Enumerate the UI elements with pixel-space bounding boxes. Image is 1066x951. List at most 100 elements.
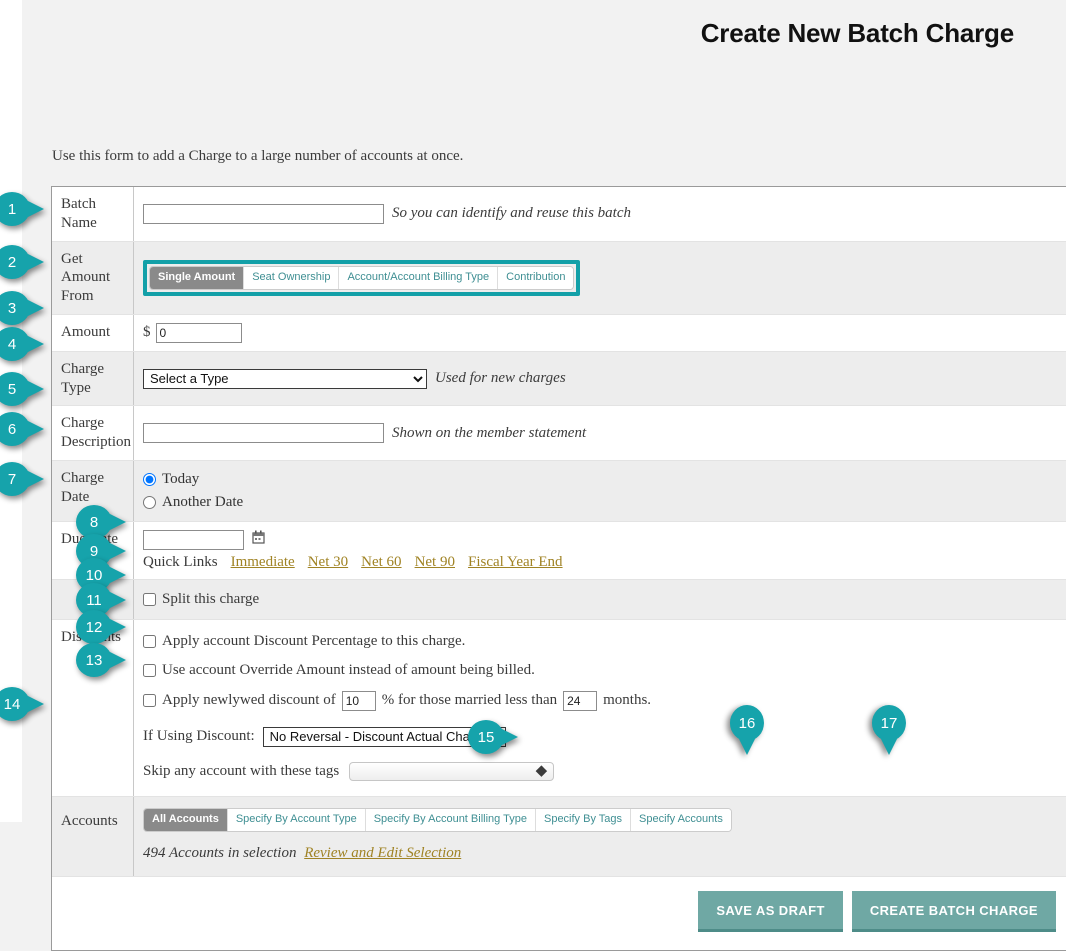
- annotation-pin-3: 3: [0, 291, 44, 325]
- annotation-pin-4: 4: [0, 327, 44, 361]
- override-amount-option[interactable]: Use account Override Amount instead of a…: [143, 662, 1066, 679]
- charge-date-option-another[interactable]: Another Date: [143, 494, 1066, 511]
- row-due-date: Due Date: [52, 522, 1066, 580]
- annotation-pin-2: 2: [0, 245, 44, 279]
- charge-date-today-label: Today: [162, 471, 199, 488]
- skip-tags-label: Skip any account with these tags: [143, 763, 339, 780]
- charge-type-hint: Used for new charges: [435, 370, 566, 387]
- newlywed-discount-checkbox[interactable]: [143, 694, 156, 707]
- row-form-actions: SAVE AS DRAFT CREATE BATCH CHARGE: [52, 877, 1066, 950]
- field-due-date: Quick Links Immediate Net 30 Net 60 Net …: [134, 522, 1066, 579]
- split-charge-option[interactable]: Split this charge: [143, 591, 259, 608]
- quick-link-immediate[interactable]: Immediate: [231, 554, 295, 571]
- annotation-pin-6: 6: [0, 412, 44, 446]
- get-amount-from-button-group: Single Amount Seat Ownership Account/Acc…: [149, 266, 574, 290]
- annotation-pin-7: 7: [0, 462, 44, 496]
- charge-type-select[interactable]: Select a Type: [143, 369, 427, 389]
- skip-tags-row: Skip any account with these tags ◆: [143, 762, 1066, 781]
- create-batch-charge-button[interactable]: CREATE BATCH CHARGE: [852, 891, 1056, 932]
- get-amount-option-account-billing-type[interactable]: Account/Account Billing Type: [339, 267, 498, 289]
- accounts-option-by-account-type[interactable]: Specify By Account Type: [228, 809, 366, 831]
- accounts-option-by-account-billing-type[interactable]: Specify By Account Billing Type: [366, 809, 536, 831]
- label-charge-type: Charge Type: [52, 352, 134, 406]
- newlywed-text-middle: % for those married less than: [382, 692, 557, 709]
- calendar-icon[interactable]: [252, 530, 265, 549]
- newlywed-months-input[interactable]: [563, 691, 597, 711]
- annotation-pin-15: 15: [468, 720, 518, 754]
- label-charge-description: Charge Description: [52, 406, 134, 460]
- label-get-amount-from: Get Amount From: [52, 242, 134, 314]
- accounts-selection-summary: 494 Accounts in selection Review and Edi…: [143, 845, 1066, 862]
- skip-tags-input[interactable]: ◆: [349, 762, 554, 781]
- page-title: Create New Batch Charge: [701, 18, 1014, 49]
- accounts-option-all-accounts[interactable]: All Accounts: [144, 809, 228, 831]
- accounts-option-by-tags[interactable]: Specify By Tags: [536, 809, 631, 831]
- field-charge-date: Today Another Date: [134, 461, 1066, 521]
- label-batch-name: Batch Name: [52, 187, 134, 241]
- review-and-edit-selection-link[interactable]: Review and Edit Selection: [304, 845, 461, 861]
- row-split-charge: Split this charge: [52, 580, 1066, 620]
- get-amount-option-contribution[interactable]: Contribution: [498, 267, 573, 289]
- accounts-option-specify-accounts[interactable]: Specify Accounts: [631, 809, 731, 831]
- due-date-quick-links: Quick Links Immediate Net 30 Net 60 Net …: [143, 554, 1066, 571]
- field-split-charge: Split this charge: [134, 580, 1066, 619]
- batch-name-hint: So you can identify and reuse this batch: [392, 205, 631, 222]
- charge-description-hint: Shown on the member statement: [392, 425, 586, 442]
- if-using-discount-row: If Using Discount: No Reversal - Discoun…: [143, 727, 1066, 747]
- page-container: Create New Batch Charge Use this form to…: [22, 0, 1066, 822]
- row-accounts: Accounts All Accounts Specify By Account…: [52, 797, 1066, 877]
- form-actions: SAVE AS DRAFT CREATE BATCH CHARGE: [52, 877, 1066, 950]
- discount-pct-option[interactable]: Apply account Discount Percentage to thi…: [143, 633, 1066, 650]
- newlywed-text-after: months.: [603, 692, 651, 709]
- row-charge-description: Charge Description Shown on the member s…: [52, 406, 1066, 461]
- field-amount: $: [134, 315, 1066, 351]
- discount-pct-checkbox[interactable]: [143, 635, 156, 648]
- charge-date-radio-another[interactable]: [143, 496, 156, 509]
- field-discounts: Apply account Discount Percentage to thi…: [134, 620, 1066, 796]
- charge-description-input[interactable]: [143, 423, 384, 443]
- batch-name-input[interactable]: [143, 204, 384, 224]
- row-amount: Amount $: [52, 315, 1066, 352]
- quick-link-fiscal-year-end[interactable]: Fiscal Year End: [468, 554, 563, 571]
- split-charge-checkbox[interactable]: [143, 593, 156, 606]
- label-accounts: Accounts: [52, 797, 134, 876]
- intro-text: Use this form to add a Charge to a large…: [52, 148, 463, 165]
- field-get-amount-from: Single Amount Seat Ownership Account/Acc…: [134, 242, 1066, 314]
- due-date-input[interactable]: [143, 530, 244, 550]
- accounts-button-group: All Accounts Specify By Account Type Spe…: [143, 808, 732, 832]
- batch-charge-form: Batch Name So you can identify and reuse…: [51, 186, 1066, 951]
- save-as-draft-button[interactable]: SAVE AS DRAFT: [698, 891, 842, 932]
- split-charge-label: Split this charge: [162, 591, 259, 608]
- charge-date-option-today[interactable]: Today: [143, 471, 1066, 488]
- if-using-discount-label: If Using Discount:: [143, 728, 255, 745]
- annotation-pin-12: 12: [76, 610, 126, 644]
- label-amount: Amount: [52, 315, 134, 351]
- quick-link-net-60[interactable]: Net 60: [361, 554, 401, 571]
- field-charge-description: Shown on the member statement: [134, 406, 1066, 460]
- newlywed-percent-input[interactable]: [342, 691, 376, 711]
- row-charge-date: Charge Date Today Another Date: [52, 461, 1066, 522]
- currency-symbol: $: [143, 324, 151, 341]
- annotation-pin-1: 1: [0, 192, 44, 226]
- override-amount-checkbox[interactable]: [143, 664, 156, 677]
- row-get-amount-from: Get Amount From Single Amount Seat Owner…: [52, 242, 1066, 315]
- get-amount-option-seat-ownership[interactable]: Seat Ownership: [244, 267, 339, 289]
- get-amount-from-highlight: Single Amount Seat Ownership Account/Acc…: [143, 260, 580, 296]
- get-amount-option-single-amount[interactable]: Single Amount: [150, 267, 244, 289]
- annotation-pin-13: 13: [76, 643, 126, 677]
- row-batch-name: Batch Name So you can identify and reuse…: [52, 187, 1066, 242]
- quick-link-net-30[interactable]: Net 30: [308, 554, 348, 571]
- amount-input[interactable]: [156, 323, 242, 343]
- accounts-count-text: 494 Accounts in selection: [143, 845, 296, 861]
- row-charge-type: Charge Type Select a Type Used for new c…: [52, 352, 1066, 407]
- charge-date-radio-today[interactable]: [143, 473, 156, 486]
- newlywed-discount-option[interactable]: Apply newlywed discount of % for those m…: [143, 691, 1066, 711]
- row-discounts: Discounts Apply account Discount Percent…: [52, 620, 1066, 797]
- annotation-pin-16: 16: [730, 705, 764, 755]
- annotation-pin-5: 5: [0, 372, 44, 406]
- annotation-pin-14: 14: [0, 687, 44, 721]
- annotation-pin-17: 17: [872, 705, 906, 755]
- field-accounts: All Accounts Specify By Account Type Spe…: [134, 797, 1066, 876]
- quick-link-net-90[interactable]: Net 90: [415, 554, 455, 571]
- charge-date-another-label: Another Date: [162, 494, 243, 511]
